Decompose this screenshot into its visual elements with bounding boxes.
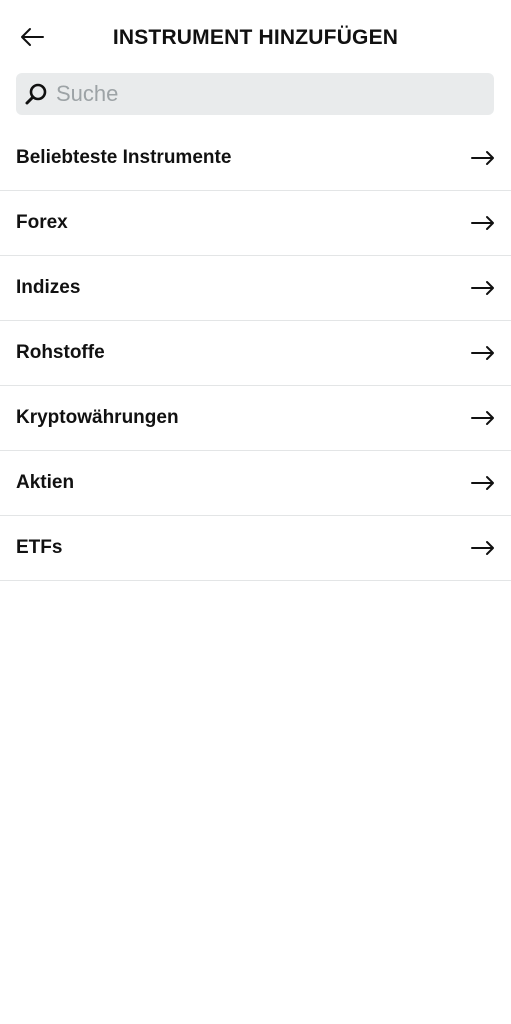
list-item-label: Aktien xyxy=(16,472,75,493)
arrow-right-icon xyxy=(471,150,495,166)
search-icon xyxy=(22,80,50,108)
list-item-beliebteste-instrumente[interactable]: Beliebteste Instrumente xyxy=(0,126,511,191)
list-item-kryptowaehrungen[interactable]: Kryptowährungen xyxy=(0,386,511,451)
arrow-right-icon xyxy=(471,475,495,491)
list-item-label: Indizes xyxy=(16,277,81,298)
arrow-right-icon xyxy=(471,280,495,296)
arrow-right-icon xyxy=(471,540,495,556)
arrow-right-icon xyxy=(471,410,495,426)
list-item-label: Forex xyxy=(16,212,68,233)
list-item-label: ETFs xyxy=(16,537,63,558)
list-item-rohstoffe[interactable]: Rohstoffe xyxy=(0,321,511,386)
category-list: Beliebteste Instrumente Forex Indizes Ro… xyxy=(0,126,511,581)
arrow-right-icon xyxy=(471,215,495,231)
list-item-label: Rohstoffe xyxy=(16,342,105,363)
search-bar[interactable] xyxy=(16,73,494,115)
list-item-label: Beliebteste Instrumente xyxy=(16,147,232,168)
header-bar: INSTRUMENT HINZUFÜGEN xyxy=(0,0,511,78)
list-item-forex[interactable]: Forex xyxy=(0,191,511,256)
page-title: INSTRUMENT HINZUFÜGEN xyxy=(112,26,399,49)
list-item-aktien[interactable]: Aktien xyxy=(0,451,511,516)
arrow-right-icon xyxy=(471,345,495,361)
search-input[interactable] xyxy=(56,74,476,114)
list-item-label: Kryptowährungen xyxy=(16,407,179,428)
list-item-etfs[interactable]: ETFs xyxy=(0,516,511,581)
list-item-indizes[interactable]: Indizes xyxy=(0,256,511,321)
